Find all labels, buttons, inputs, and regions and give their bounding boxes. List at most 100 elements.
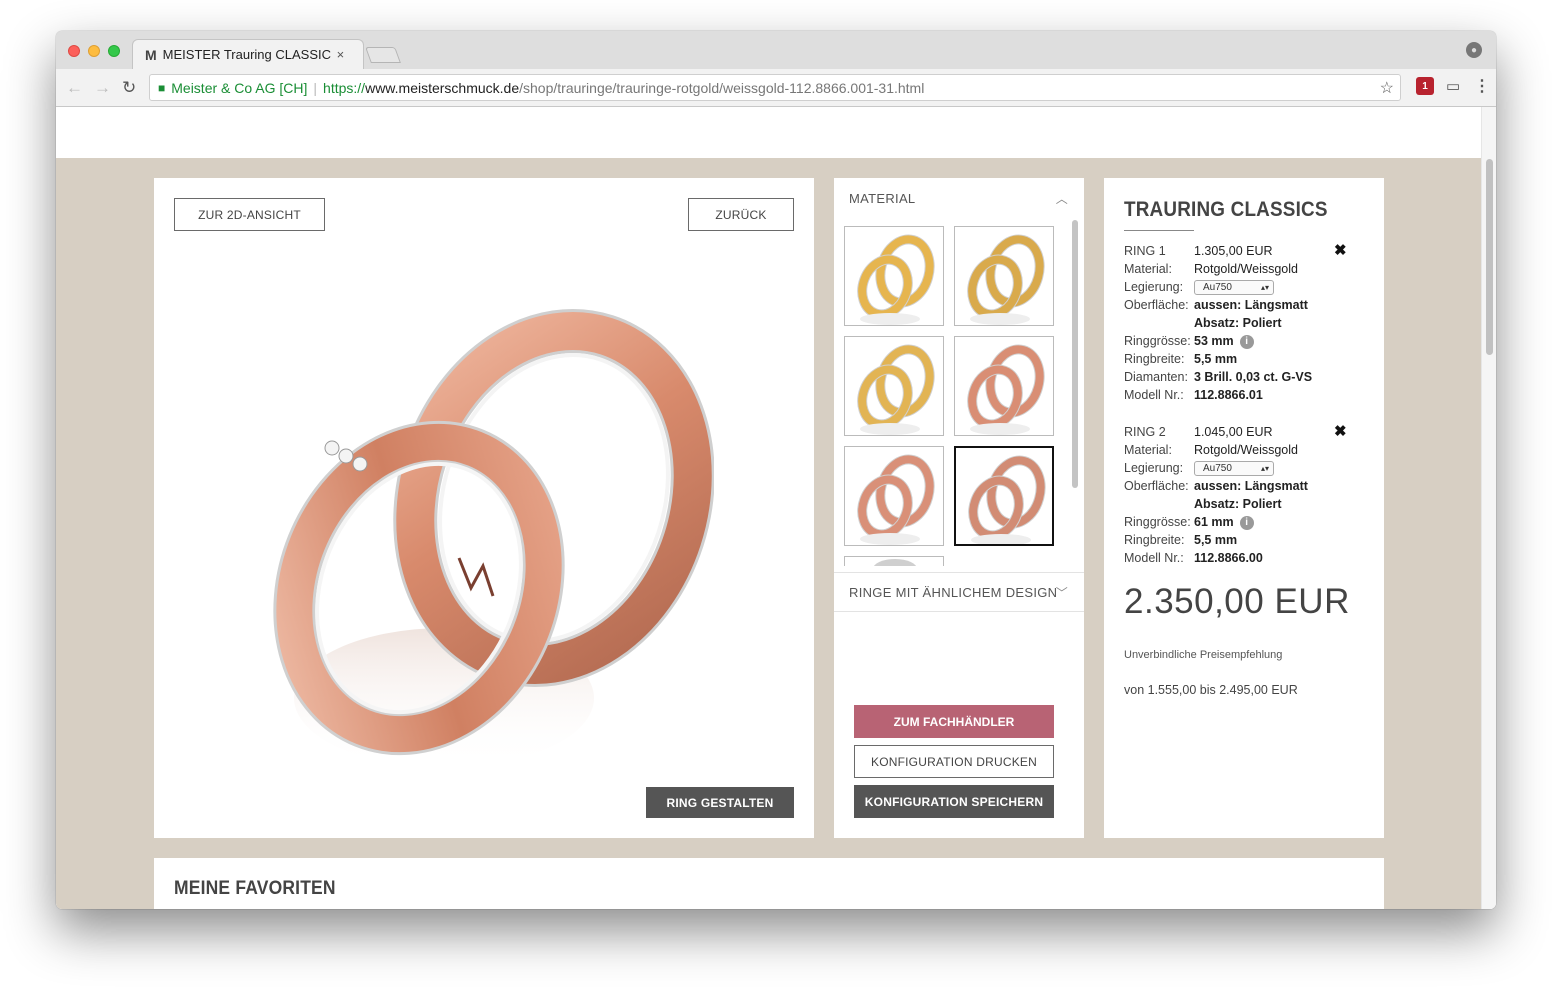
ring1-material-value: Rotgold/Weissgold	[1194, 262, 1298, 276]
ring2-specs: RING 2 1.045,00 EUR ✖ Material: Rotgold/…	[1124, 423, 1364, 567]
material-thumbnail[interactable]	[844, 336, 944, 436]
cast-icon[interactable]: ▭	[1446, 77, 1460, 95]
select-arrows-icon: ▴▾	[1260, 283, 1269, 292]
ring2-width-label: Ringbreite:	[1124, 533, 1185, 547]
material-thumbnail[interactable]	[954, 226, 1054, 326]
ring2-width-row: Ringbreite: 5,5 mm	[1124, 531, 1364, 549]
tab-close-icon[interactable]: ×	[337, 47, 345, 62]
ring2-step-row: Absatz: Poliert	[1124, 495, 1364, 513]
ring1-size-value: 53 mm	[1194, 334, 1234, 348]
ring2-surface-row: Oberfläche: aussen: Längsmatt	[1124, 477, 1364, 495]
profile-icon[interactable]: ●	[1466, 42, 1482, 58]
price-range: von 1.555,00 bis 2.495,00 EUR	[1124, 683, 1298, 697]
save-configuration-button[interactable]: KONFIGURATION SPEICHERN	[854, 785, 1054, 818]
extension-icon[interactable]: 1	[1416, 77, 1434, 95]
material-thumbnail-grid	[844, 226, 1058, 566]
ring2-surface-label: Oberfläche:	[1124, 479, 1189, 493]
ring2-size-wrap: 61 mm i	[1194, 513, 1254, 531]
ring1-label: RING 1	[1124, 244, 1166, 258]
material-thumbnail[interactable]	[844, 556, 944, 566]
ring2-alloy-row: Legierung: Au750 ▴▾	[1124, 459, 1364, 477]
ring1-diamonds-row: Diamanten: 3 Brill. 0,03 ct. G-VS	[1124, 368, 1364, 386]
ring2-model-row: Modell Nr.: 112.8866.00	[1124, 549, 1364, 567]
ring1-material-row: Material: Rotgold/Weissgold	[1124, 260, 1364, 278]
ring-design-button[interactable]: RING GESTALTEN	[646, 787, 794, 818]
ring1-width-value: 5,5 mm	[1194, 352, 1238, 366]
ring1-model-value: 112.8866.01	[1194, 388, 1263, 402]
summary-panel: TRAURING CLASSICS RING 1 1.305,00 EUR ✖ …	[1104, 178, 1384, 838]
tab-strip: M MEISTER Trauring CLASSICS T × ●	[56, 31, 1496, 69]
configurator-background: ZUR 2D-ANSICHT ZURÜCK RING GESTALTEN MAT…	[56, 158, 1481, 909]
info-icon[interactable]: i	[1239, 515, 1254, 530]
page-viewport: ZUR 2D-ANSICHT ZURÜCK RING GESTALTEN MAT…	[56, 107, 1496, 909]
browser-menu-icon[interactable]: ⋮	[1474, 76, 1490, 96]
similar-design-section-header[interactable]: RINGE MIT ÄHNLICHEM DESIGN ﹀	[834, 572, 1084, 612]
ring1-alloy-select[interactable]: Au750 ▴▾	[1194, 280, 1274, 295]
material-scrollbar[interactable]	[1070, 214, 1080, 566]
2d-view-button[interactable]: ZUR 2D-ANSICHT	[174, 198, 325, 231]
ring1-surface-step: Absatz: Poliert	[1194, 316, 1282, 330]
ring1-surface-label: Oberfläche:	[1124, 298, 1189, 312]
page-scroll-thumb[interactable]	[1486, 159, 1493, 355]
ring2-label: RING 2	[1124, 425, 1166, 439]
forward-arrow-icon[interactable]: →	[94, 78, 111, 98]
print-configuration-button[interactable]: KONFIGURATION DRUCKEN	[854, 745, 1054, 778]
ring1-model-row: Modell Nr.: 112.8866.01	[1124, 386, 1364, 404]
ring2-alloy-value: Au750	[1203, 463, 1232, 474]
ring1-size-row: Ringgrösse: 53 mm i	[1124, 332, 1364, 350]
similar-header-label: RINGE MIT ÄHNLICHEM DESIGN	[849, 584, 1058, 600]
ring1-alloy-row: Legierung: Au750 ▴▾	[1124, 278, 1364, 296]
remove-ring1-icon[interactable]: ✖	[1334, 242, 1347, 260]
ring2-price: 1.045,00 EUR	[1194, 425, 1273, 439]
favorites-title: MEINE FAVORITEN	[174, 878, 336, 899]
ring-thumbnail-image	[857, 344, 935, 435]
ring-thumbnail-image	[857, 454, 935, 545]
reload-icon[interactable]: ↻	[122, 78, 136, 98]
browser-tab[interactable]: M MEISTER Trauring CLASSICS T ×	[132, 39, 364, 69]
ring1-header-row: RING 1 1.305,00 EUR ✖	[1124, 242, 1364, 260]
bookmark-star-icon[interactable]: ☆	[1380, 78, 1394, 98]
ring1-size-wrap: 53 mm i	[1194, 332, 1254, 350]
material-section-header[interactable]: MATERIAL ︿	[834, 180, 1084, 216]
remove-ring2-icon[interactable]: ✖	[1334, 423, 1347, 441]
page-scrollbar[interactable]	[1481, 107, 1496, 909]
ring1-size-label: Ringgrösse:	[1124, 334, 1191, 348]
title-underline	[1124, 230, 1194, 231]
ring2-width-value: 5,5 mm	[1194, 533, 1238, 547]
close-window-button[interactable]	[68, 45, 80, 57]
material-thumbnail[interactable]	[954, 446, 1054, 546]
ring1-surface-outer: aussen: Längsmatt	[1194, 298, 1308, 312]
ring1-width-label: Ringbreite:	[1124, 352, 1185, 366]
favorites-panel: MEINE FAVORITEN	[154, 858, 1384, 909]
browser-window: M MEISTER Trauring CLASSICS T × ● ← → ↻ …	[56, 31, 1496, 909]
address-bar[interactable]: ■ Meister & Co AG [CH] | https:// www.me…	[149, 74, 1401, 101]
ring2-material-label: Material:	[1124, 443, 1172, 457]
address-separator: |	[313, 79, 318, 96]
ring1-price: 1.305,00 EUR	[1194, 244, 1273, 258]
back-arrow-icon[interactable]: ←	[66, 78, 83, 98]
material-thumbnail[interactable]	[844, 446, 944, 546]
url-scheme: https://	[323, 79, 366, 96]
minimize-window-button[interactable]	[88, 45, 100, 57]
material-scroll-thumb[interactable]	[1072, 220, 1078, 488]
zoom-window-button[interactable]	[108, 45, 120, 57]
certificate-name: Meister & Co AG [CH]	[171, 79, 308, 96]
ring-viewer-panel: ZUR 2D-ANSICHT ZURÜCK RING GESTALTEN	[154, 178, 814, 838]
material-header-label: MATERIAL	[849, 190, 916, 206]
ring2-alloy-select[interactable]: Au750 ▴▾	[1194, 461, 1274, 476]
back-button[interactable]: ZURÜCK	[688, 198, 794, 231]
new-tab-button[interactable]	[365, 47, 401, 63]
lock-icon: ■	[158, 80, 166, 95]
dealer-button[interactable]: ZUM FACHHÄNDLER	[854, 705, 1054, 738]
url-path: /shop/trauringe/trauringe-rotgold/weissg…	[519, 79, 925, 96]
info-icon[interactable]: i	[1239, 334, 1254, 349]
ring2-model-label: Modell Nr.:	[1124, 551, 1184, 565]
ring1-alloy-value: Au750	[1203, 282, 1232, 293]
chevron-down-icon: ﹀	[1055, 585, 1068, 600]
total-price: 2.350,00 EUR	[1124, 582, 1350, 621]
material-thumbnail[interactable]	[954, 336, 1054, 436]
ring-thumbnail-image	[857, 234, 935, 325]
price-hint: Unverbindliche Preisempfehlung	[1124, 649, 1283, 661]
ring-thumbnail-image	[968, 455, 1046, 544]
material-thumbnail[interactable]	[844, 226, 944, 326]
